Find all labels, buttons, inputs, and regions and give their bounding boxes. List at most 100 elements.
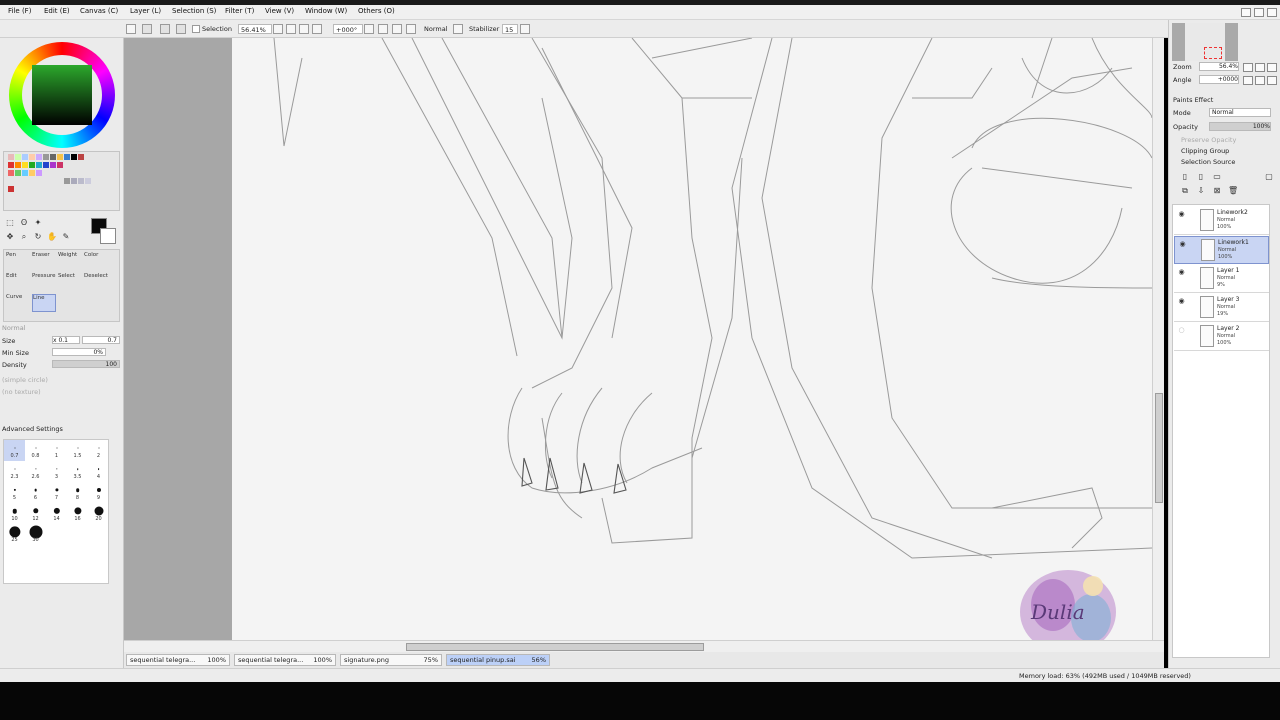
- rotate-reset-icon[interactable]: [392, 24, 402, 34]
- swatch[interactable]: [15, 170, 21, 176]
- rotate-left-icon[interactable]: [364, 24, 374, 34]
- minimize-button[interactable]: [1241, 8, 1251, 17]
- swatch[interactable]: [85, 178, 91, 184]
- layer-row-selected[interactable]: ◉ Linework1 Normal 100%: [1174, 236, 1269, 264]
- brush-deselect[interactable]: Deselect: [84, 273, 108, 279]
- deselect-icon[interactable]: [142, 24, 152, 34]
- brush-size-preset[interactable]: 9: [88, 482, 109, 503]
- swatch[interactable]: [8, 154, 14, 160]
- rotate-icon[interactable]: ↻: [33, 232, 43, 242]
- navigator-viewport[interactable]: [1204, 47, 1222, 59]
- brush-size-preset[interactable]: 16: [67, 503, 88, 524]
- panel-menu-icon[interactable]: ▢: [1264, 172, 1274, 182]
- swatch[interactable]: [22, 162, 28, 168]
- brush-size-preset[interactable]: 2.6: [25, 461, 46, 482]
- swatch[interactable]: [57, 154, 63, 160]
- new-layer-icon[interactable]: ▯: [1180, 172, 1190, 182]
- brush-size-preset[interactable]: 1: [46, 440, 67, 461]
- vertical-scrollbar[interactable]: [1152, 38, 1164, 640]
- eye-icon[interactable]: ◉: [1177, 297, 1186, 306]
- swatch[interactable]: [71, 154, 77, 160]
- brush-eraser[interactable]: Eraser: [32, 252, 50, 258]
- opacity-slider[interactable]: 100%: [1209, 122, 1271, 131]
- menu-others[interactable]: Others (O): [358, 7, 395, 15]
- nav-rotate-reset-icon[interactable]: [1267, 76, 1277, 85]
- brush-edit[interactable]: Edit: [6, 273, 17, 279]
- transform-icon[interactable]: [176, 24, 186, 34]
- eye-icon[interactable]: ◉: [1177, 268, 1186, 277]
- swatch[interactable]: [71, 178, 77, 184]
- brush-mode[interactable]: Normal: [2, 324, 26, 332]
- advanced-settings-toggle[interactable]: Advanced Settings: [2, 425, 63, 433]
- brush-size-preset[interactable]: 1.5: [67, 440, 88, 461]
- brush-select[interactable]: Select: [58, 273, 75, 279]
- clipping-group-checkbox[interactable]: Clipping Group: [1181, 147, 1229, 155]
- layer-row[interactable]: ○ Layer 2 Normal 100%: [1174, 323, 1269, 351]
- brush-pen[interactable]: Pen: [6, 252, 16, 258]
- hand-icon[interactable]: ✋: [47, 232, 57, 242]
- swatch[interactable]: [22, 170, 28, 176]
- swatch[interactable]: [43, 162, 49, 168]
- swatch[interactable]: [29, 162, 35, 168]
- clear-layer-icon[interactable]: ⊠: [1212, 186, 1222, 196]
- stabilizer-select[interactable]: 15: [502, 24, 518, 34]
- copy-layer-icon[interactable]: ⧉: [1180, 186, 1190, 196]
- brush-size-preset[interactable]: 6: [25, 482, 46, 503]
- new-linework-layer-icon[interactable]: ▯: [1196, 172, 1206, 182]
- brush-size-preset[interactable]: 2: [88, 440, 109, 461]
- swatch[interactable]: [36, 170, 42, 176]
- brush-pressure[interactable]: Pressure: [32, 273, 56, 279]
- swatch[interactable]: [36, 154, 42, 160]
- background-color[interactable]: [100, 228, 116, 244]
- menu-window[interactable]: Window (W): [305, 7, 347, 15]
- zoom-icon[interactable]: ⌕: [19, 232, 29, 242]
- brush-color[interactable]: Color: [84, 252, 98, 258]
- menu-view[interactable]: View (V): [265, 7, 294, 15]
- nav-zoom-out-icon[interactable]: [1243, 63, 1253, 72]
- brush-size-preset[interactable]: 20: [88, 503, 109, 524]
- horizontal-scrollbar[interactable]: [124, 640, 1164, 652]
- swatch[interactable]: [78, 178, 84, 184]
- zoom-in-icon[interactable]: [286, 24, 296, 34]
- navigator-preview[interactable]: [1172, 23, 1238, 61]
- brush-size-preset[interactable]: 3.5: [67, 461, 88, 482]
- brush-curve[interactable]: Curve: [6, 294, 22, 300]
- nav-angle-field[interactable]: +0000: [1199, 75, 1239, 84]
- swatch[interactable]: [22, 154, 28, 160]
- preserve-opacity-checkbox[interactable]: Preserve Opacity: [1181, 136, 1236, 144]
- merge-down-icon[interactable]: ⇩: [1196, 186, 1206, 196]
- brush-texture-select[interactable]: (no texture): [2, 388, 41, 396]
- brush-size-preset[interactable]: 8: [67, 482, 88, 503]
- brush-size-preset[interactable]: 3: [46, 461, 67, 482]
- close-button[interactable]: [1267, 8, 1277, 17]
- brush-size-preset[interactable]: 0.8: [25, 440, 46, 461]
- brush-size-preset[interactable]: 25: [4, 524, 25, 545]
- brush-weight[interactable]: Weight: [58, 252, 77, 258]
- lasso-icon[interactable]: ʘ: [19, 218, 29, 228]
- file-tab[interactable]: sequential telegra... 100%: [234, 654, 336, 666]
- color-wheel[interactable]: [9, 42, 115, 148]
- selection-tool-icon[interactable]: [126, 24, 136, 34]
- brush-line[interactable]: Line: [32, 294, 56, 312]
- brush-shape-select[interactable]: (simple circle): [2, 376, 48, 384]
- swatch[interactable]: [64, 154, 70, 160]
- file-tab-active[interactable]: sequential pinup.sai 56%: [446, 654, 550, 666]
- file-tab[interactable]: sequential telegra... 100%: [126, 654, 230, 666]
- swatch[interactable]: [8, 186, 14, 192]
- brush-size-preset[interactable]: 5: [4, 482, 25, 503]
- nav-zoom-field[interactable]: 56.4%: [1199, 62, 1239, 71]
- nav-rotate-left-icon[interactable]: [1243, 76, 1253, 85]
- swatch[interactable]: [36, 162, 42, 168]
- eye-icon[interactable]: ◉: [1177, 210, 1186, 219]
- flip-icon[interactable]: [406, 24, 416, 34]
- paints-effect-header[interactable]: Paints Effect: [1173, 96, 1213, 104]
- min-size-slider[interactable]: 0%: [52, 348, 106, 356]
- swatch[interactable]: [8, 170, 14, 176]
- swatch[interactable]: [50, 154, 56, 160]
- nav-zoom-in-icon[interactable]: [1255, 63, 1265, 72]
- size-value[interactable]: 0.7: [82, 336, 120, 344]
- brush-size-preset[interactable]: 30: [25, 524, 46, 545]
- invert-selection-icon[interactable]: [160, 24, 170, 34]
- swatch[interactable]: [29, 170, 35, 176]
- swatch[interactable]: [43, 154, 49, 160]
